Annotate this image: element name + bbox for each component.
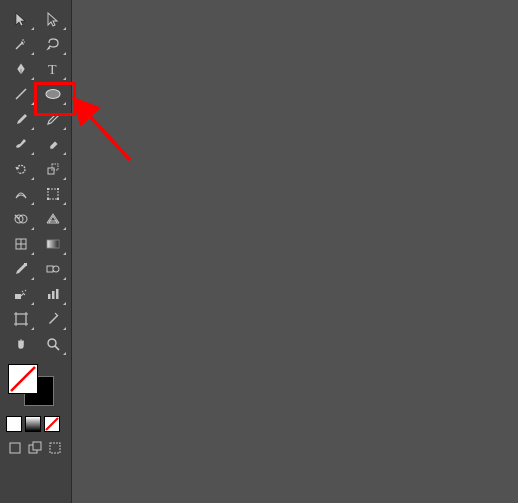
fill-stroke-control[interactable] <box>0 364 71 408</box>
lasso-tool[interactable] <box>39 31 67 56</box>
gradient-tool[interactable] <box>39 231 67 256</box>
width-tool[interactable] <box>7 181 35 206</box>
hand-tool[interactable] <box>7 331 35 356</box>
draw-mode-inside[interactable] <box>46 440 64 456</box>
paintbrush-tool[interactable] <box>7 106 35 131</box>
blend-tool[interactable] <box>39 256 67 281</box>
color-mode-row <box>6 416 71 432</box>
fill-color[interactable] <box>8 364 38 394</box>
slice-tool[interactable] <box>39 306 67 331</box>
type-tool[interactable]: T <box>39 56 67 81</box>
color-swatch-gradient[interactable] <box>25 416 41 432</box>
tools-panel: T <box>0 0 72 503</box>
pencil-tool[interactable] <box>39 106 67 131</box>
scale-tool[interactable] <box>39 156 67 181</box>
shape-builder-tool[interactable] <box>7 206 35 231</box>
eyedropper-tool[interactable] <box>7 256 35 281</box>
perspective-grid-tool[interactable] <box>39 206 67 231</box>
mesh-tool[interactable] <box>7 231 35 256</box>
draw-mode-behind[interactable] <box>26 440 44 456</box>
symbol-sprayer-tool[interactable] <box>7 281 35 306</box>
selection-tool[interactable] <box>7 6 35 31</box>
direct-selection-tool[interactable] <box>39 6 67 31</box>
eraser-tool[interactable] <box>39 131 67 156</box>
magic-wand-tool[interactable] <box>7 31 35 56</box>
draw-mode-row <box>6 440 71 456</box>
blob-brush-tool[interactable] <box>7 131 35 156</box>
svg-text:T: T <box>48 63 57 77</box>
artboard-tool[interactable] <box>7 306 35 331</box>
column-graph-tool[interactable] <box>39 281 67 306</box>
pen-tool[interactable] <box>7 56 35 81</box>
draw-mode-normal[interactable] <box>6 440 24 456</box>
rotate-tool[interactable] <box>7 156 35 181</box>
ellipse-tool[interactable] <box>39 81 67 106</box>
color-swatch-solid[interactable] <box>6 416 22 432</box>
canvas-area[interactable] <box>72 0 518 503</box>
zoom-tool[interactable] <box>39 331 67 356</box>
free-transform-tool[interactable] <box>39 181 67 206</box>
color-swatch-none[interactable] <box>44 416 60 432</box>
line-segment-tool[interactable] <box>7 81 35 106</box>
